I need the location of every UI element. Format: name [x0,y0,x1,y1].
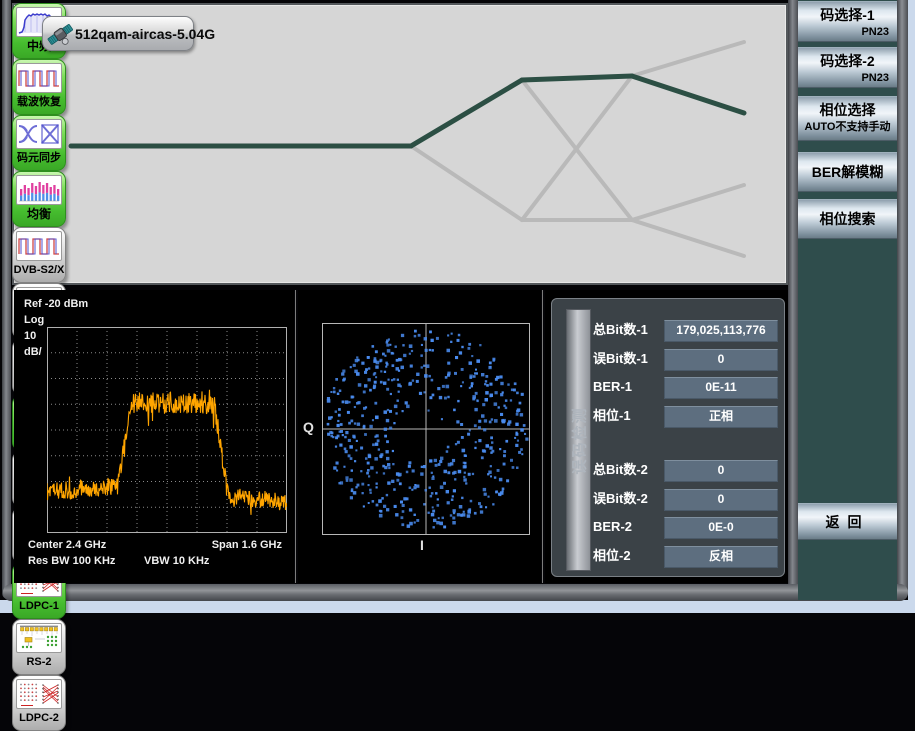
q-axis-label: Q [303,419,314,435]
sidebar-button-sublabel: AUTO不支持手动 [798,121,897,134]
diagram-block-ldpc2[interactable]: LDPC-2 [12,675,66,731]
block-label: LDPC-1 [13,598,65,615]
ber-row-value: 正相 [664,406,778,428]
ldpc-codec-icon [17,680,61,708]
rs-codec-icon [17,624,61,652]
signal-source-button[interactable]: 512qam-aircas-5.04G [42,16,194,51]
sidebar-button-phase-search[interactable]: 相位搜索 [798,199,897,239]
ber-row-label: 误Bit数-2 [593,489,648,509]
constellation-panel: Q I [298,290,541,583]
ber-row: 误Bit数-1 0 [552,349,784,369]
spectrum-analyzer-panel: Ref -20 dBm Log 10 dB/ Center 2.4 GHz Sp… [14,290,294,583]
ber-row-value: 0 [664,349,778,371]
spectrum-trace [47,390,287,515]
ber-row: 总Bit数-1 179,025,113,776 [552,320,784,340]
sidebar-button-phase-select[interactable]: 相位选择AUTO不支持手动 [798,96,897,141]
wire-framesync1-rs1 [632,42,744,76]
ber-row-label: 误Bit数-1 [593,349,648,369]
error-detection-panel: 误码检测 总Bit数-1179,025,113,776误Bit数-10BER-1… [551,298,785,577]
sidebar-button-ber-deambiguity[interactable]: BER解模糊 [798,152,897,192]
ber-row-label: BER-1 [593,377,632,397]
ber-row-label: 相位-2 [593,546,631,566]
window-frame-divider [788,0,798,590]
spectrum-center-freq: Center 2.4 GHz [28,539,106,551]
spectrum-trace-plot [47,327,287,533]
spectrum-scale-log: Log [24,314,44,326]
wire-framesync2-rs2 [632,185,744,220]
sidebar-button-label: 相位搜索 [820,208,876,230]
sidebar-button-code-select-1[interactable]: 码选择-1PN23 [798,1,897,42]
signal-chain-diagram-panel: 512qam-aircas-5.04G 中频载波恢复码元同步均衡DVB-S2/X… [12,3,788,285]
sidebar-button-label: 相位选择 [798,97,897,121]
panel-separator [295,290,296,583]
return-button[interactable]: 返回 [798,503,897,540]
wire-framesync2-ldpc2 [632,220,744,256]
window-frame-left [2,0,11,599]
ber-row-value: 179,025,113,776 [664,320,778,342]
panel-separator [542,290,543,583]
wire-viterbi1-framesync1 [522,76,632,80]
ber-row: 相位-1 正相 [552,406,784,426]
ber-row-value: 0 [664,460,778,482]
ber-row-value: 反相 [664,546,778,568]
sidebar-button-code-select-2[interactable]: 码选择-2PN23 [798,47,897,88]
ber-row-value: 0 [664,489,778,511]
ber-row: 相位-2 反相 [552,546,784,566]
wire-equalizer-viterbi1 [411,80,522,146]
desktop-background-bottom [0,600,915,613]
window-frame-right [897,0,908,599]
sidebar-button-sublabel: PN23 [798,72,897,85]
control-sidebar: 码选择-1PN23码选择-2PN23相位选择AUTO不支持手动BER解模糊相位搜… [798,0,897,600]
desktop-background-right [908,0,915,613]
ber-row-label: 总Bit数-2 [593,460,648,480]
ber-row-value: 0E-11 [664,377,778,399]
diagram-block-rs2[interactable]: RS-2 [12,619,66,675]
return-button-label: 返回 [826,511,870,533]
ber-region: 误码检测 总Bit数-1179,025,113,776误Bit数-10BER-1… [545,290,788,583]
sidebar-button-label: 码选择-2 [798,48,897,72]
spectrum-ref-level: Ref -20 dBm [24,298,88,310]
ber-row: BER-1 0E-11 [552,377,784,397]
signal-source-label: 512qam-aircas-5.04G [75,26,215,42]
spectrum-span: Span 1.6 GHz [212,539,282,551]
ber-row-label: 相位-1 [593,406,631,426]
wire-framesync1-ldpc1 [632,76,744,113]
constellation-plot-area [322,323,530,535]
sidebar-button-sublabel: PN23 [798,26,897,39]
spectrum-rbw: Res BW 100 KHz [28,555,115,567]
ber-row-label: 总Bit数-1 [593,320,648,340]
ber-row: BER-2 0E-0 [552,517,784,537]
ber-row: 误Bit数-2 0 [552,489,784,509]
window-frame-bottom [3,584,908,601]
satellite-icon [45,19,75,49]
block-label: LDPC-2 [13,710,65,727]
spectrum-scale-10: 10 [24,330,36,342]
sidebar-button-label: BER解模糊 [812,161,884,183]
rs-codec-icon [16,623,62,653]
wire-equalizer-viterbi2 [411,146,522,220]
block-label: RS-2 [13,654,65,671]
spectrum-scale-db: dB/ [24,346,42,358]
spectrum-vbw: VBW 10 KHz [144,555,209,567]
ber-row: 总Bit数-2 0 [552,460,784,480]
ber-row-label: BER-2 [593,517,632,537]
i-axis-label: I [420,537,424,553]
constellation-dots [323,324,529,534]
ldpc-codec-icon [16,679,62,709]
ber-row-value: 0E-0 [664,517,778,539]
sidebar-button-label: 码选择-1 [798,2,897,26]
